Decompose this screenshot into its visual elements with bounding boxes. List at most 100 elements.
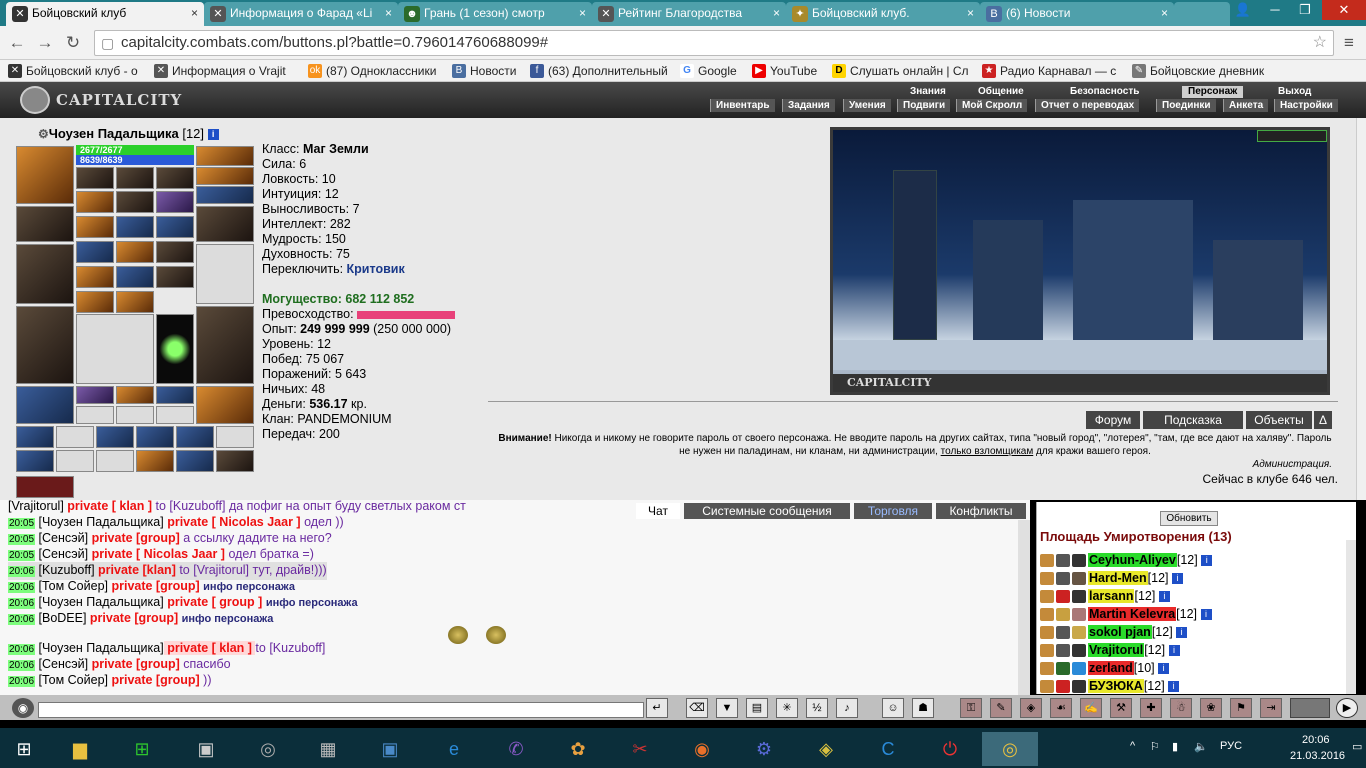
- spell-slot[interactable]: [156, 266, 194, 288]
- avatar-icon[interactable]: ◉: [12, 698, 34, 718]
- potion-slot[interactable]: [176, 450, 214, 472]
- room-scrollbar[interactable]: [1346, 540, 1356, 694]
- back-icon[interactable]: ←: [6, 32, 28, 54]
- switch-link[interactable]: Критовик: [347, 262, 405, 276]
- hint-button[interactable]: Подсказка: [1143, 411, 1243, 429]
- potion-slot[interactable]: [56, 450, 94, 472]
- submenu-inventory[interactable]: Инвентарь: [710, 99, 775, 112]
- player-row[interactable]: Hard-Men[12] i: [1040, 570, 1183, 587]
- spell-slot[interactable]: [116, 291, 154, 313]
- play-icon[interactable]: ▶: [1336, 698, 1358, 718]
- trick-slot[interactable]: [156, 167, 194, 189]
- store-icon[interactable]: ⊞: [122, 732, 162, 766]
- forum-button[interactable]: Форум: [1086, 411, 1140, 429]
- settings-icon[interactable]: ⚙: [744, 732, 784, 766]
- tab-fight-club[interactable]: ✕ Бойцовский клуб ×: [6, 2, 204, 26]
- empty-rune-slot[interactable]: [76, 406, 114, 424]
- attack-icon[interactable]: [1040, 554, 1054, 568]
- attack-icon[interactable]: [1040, 626, 1054, 640]
- spell-slot[interactable]: [76, 266, 114, 288]
- tools-icon[interactable]: ⚒: [1110, 698, 1132, 718]
- smile-icon[interactable]: ☺: [882, 698, 904, 718]
- scroll-icon[interactable]: ✍: [1080, 698, 1102, 718]
- objects-button[interactable]: Объекты: [1246, 411, 1312, 429]
- armor-slot[interactable]: [16, 306, 74, 384]
- potion-slot[interactable]: [216, 426, 254, 448]
- spell-slot[interactable]: [76, 216, 114, 238]
- run-icon[interactable]: ✳: [776, 698, 798, 718]
- ring-slots[interactable]: [196, 186, 254, 204]
- potion-slot[interactable]: [16, 426, 54, 448]
- submenu-feats[interactable]: Подвиги: [897, 99, 951, 112]
- tab-conflicts[interactable]: Конфликты: [936, 503, 1026, 519]
- star-icon[interactable]: ☆: [1313, 31, 1327, 55]
- info-icon[interactable]: i: [1200, 609, 1212, 621]
- viber-icon[interactable]: ✆: [496, 732, 536, 766]
- new-tab-button[interactable]: [1174, 2, 1230, 26]
- close-icon[interactable]: ×: [579, 2, 586, 24]
- submenu-tasks[interactable]: Задания: [782, 99, 835, 112]
- save-icon[interactable]: ▤: [746, 698, 768, 718]
- chevron-up-icon[interactable]: ^: [1130, 740, 1135, 752]
- chrome-icon[interactable]: ◎: [982, 732, 1038, 766]
- flag-tray-icon[interactable]: ⚐: [1150, 740, 1160, 753]
- potion-slot[interactable]: [136, 426, 174, 448]
- helmet-icon[interactable]: ☗: [912, 698, 934, 718]
- reload-icon[interactable]: ↻: [62, 32, 84, 54]
- delta-button[interactable]: Δ: [1314, 411, 1332, 429]
- calculator-icon[interactable]: ▦: [308, 732, 348, 766]
- snip-icon[interactable]: ✂: [620, 732, 660, 766]
- page-scrollbar[interactable]: [1356, 118, 1366, 500]
- info-icon[interactable]: i: [1158, 663, 1170, 675]
- bookmark-item[interactable]: G Google: [678, 62, 746, 80]
- bundle-icon[interactable]: ☙: [1050, 698, 1072, 718]
- submenu-transfers[interactable]: Отчет о переводах: [1035, 99, 1140, 112]
- player-row[interactable]: sokol pjan[12] i: [1040, 624, 1188, 641]
- speaker-icon[interactable]: ◎: [248, 732, 288, 766]
- attack-icon[interactable]: [1040, 644, 1054, 658]
- windows-start-icon[interactable]: ⊞: [4, 732, 44, 766]
- notifications-icon[interactable]: ▭: [1352, 740, 1362, 753]
- attack-icon[interactable]: [1040, 590, 1054, 604]
- rune-slot[interactable]: [116, 386, 154, 404]
- attack-icon[interactable]: [1040, 662, 1054, 676]
- warning-link[interactable]: только взломщикам: [941, 446, 1034, 457]
- bookmark-item[interactable]: ✕ Бойцовский клуб - о: [6, 62, 150, 80]
- spell-slot[interactable]: [76, 241, 114, 263]
- info-icon[interactable]: i: [1158, 591, 1170, 603]
- empty-rune-slot[interactable]: [116, 406, 154, 424]
- bookmark-item[interactable]: D Слушать онлайн | Сл: [830, 62, 972, 80]
- enter-icon[interactable]: ↵: [646, 698, 668, 718]
- clock-time[interactable]: 20:06: [1302, 734, 1330, 746]
- earring-slot[interactable]: [196, 146, 254, 166]
- people-icon[interactable]: ☃: [1170, 698, 1192, 718]
- potion-slot[interactable]: [96, 426, 134, 448]
- menu-knowledge[interactable]: Знания: [904, 86, 952, 98]
- lock-icon[interactable]: ⚿: [960, 698, 982, 718]
- bookmark-item[interactable]: ✕ Информация о Vrajit: [152, 62, 296, 80]
- menu-social[interactable]: Общение: [972, 86, 1030, 98]
- user-icon[interactable]: 👤: [1228, 0, 1258, 20]
- info-icon[interactable]: i: [1176, 627, 1188, 639]
- bookmark-item[interactable]: ✎ Бойцовские дневник: [1130, 62, 1270, 80]
- menu-icon[interactable]: ≡: [1338, 32, 1360, 54]
- forward-icon[interactable]: →: [34, 32, 56, 54]
- empty-rune-slot[interactable]: [156, 406, 194, 424]
- bookmark-item[interactable]: ▶ YouTube: [750, 62, 826, 80]
- volume-icon[interactable]: 🔈: [1194, 740, 1208, 753]
- potion-slot[interactable]: [56, 426, 94, 448]
- potion-slot[interactable]: [16, 450, 54, 472]
- app-icon[interactable]: ▣: [370, 732, 410, 766]
- submenu-profile[interactable]: Анкета: [1223, 99, 1269, 112]
- paw-icon[interactable]: ❀: [1200, 698, 1222, 718]
- spell-slot[interactable]: [76, 291, 114, 313]
- close-icon[interactable]: ×: [191, 2, 198, 24]
- info-icon[interactable]: i: [1201, 555, 1213, 567]
- spell-slot[interactable]: [116, 191, 154, 213]
- potion-slot[interactable]: [176, 426, 214, 448]
- rune-slot[interactable]: [76, 386, 114, 404]
- rune-slot[interactable]: [156, 386, 194, 404]
- boots-slot[interactable]: [196, 386, 254, 424]
- info-icon[interactable]: i: [1172, 573, 1183, 585]
- chat-scrollbar[interactable]: [1018, 520, 1030, 695]
